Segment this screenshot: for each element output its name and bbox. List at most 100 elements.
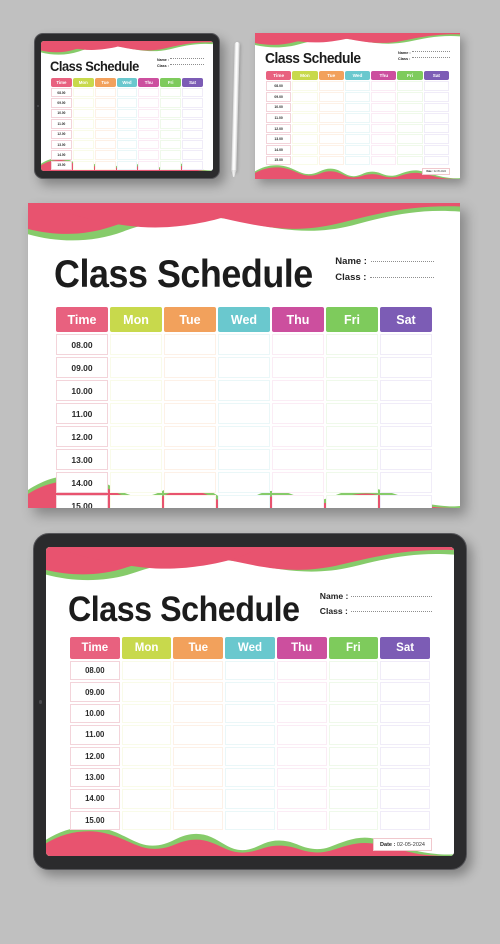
schedule-cell[interactable]	[292, 144, 318, 155]
schedule-cell[interactable]	[371, 144, 397, 155]
schedule-cell[interactable]	[121, 725, 172, 745]
schedule-cell[interactable]	[318, 134, 344, 144]
schedule-cell[interactable]	[380, 810, 430, 830]
schedule-cell[interactable]	[173, 682, 224, 702]
schedule-cell[interactable]	[121, 789, 172, 809]
schedule-cell[interactable]	[423, 91, 449, 102]
schedule-cell[interactable]	[276, 767, 327, 788]
schedule-cell[interactable]	[72, 98, 94, 108]
schedule-cell[interactable]	[218, 380, 270, 401]
column-header-wed[interactable]: Wed	[344, 71, 371, 81]
schedule-cell[interactable]	[121, 746, 172, 766]
schedule-cell[interactable]	[326, 380, 378, 401]
schedule-cell[interactable]	[138, 88, 160, 98]
schedule-cell[interactable]	[328, 703, 379, 724]
schedule-cell[interactable]	[72, 150, 94, 160]
schedule-cell[interactable]	[138, 150, 160, 160]
schedule-cell[interactable]	[328, 725, 379, 745]
column-header-mon[interactable]: Mon	[72, 78, 94, 87]
schedule-cell[interactable]	[94, 88, 116, 98]
schedule-cell[interactable]	[110, 426, 162, 447]
field-input-line[interactable]	[370, 277, 434, 278]
schedule-cell[interactable]	[371, 91, 397, 102]
field-input-line[interactable]	[350, 610, 432, 612]
schedule-cell[interactable]	[272, 380, 324, 401]
schedule-cell[interactable]	[380, 661, 430, 681]
column-header-tue[interactable]: Tue	[318, 71, 344, 81]
schedule-cell[interactable]	[344, 91, 371, 102]
schedule-cell[interactable]	[326, 472, 378, 493]
schedule-cell[interactable]	[116, 139, 138, 150]
schedule-cell[interactable]	[371, 134, 397, 144]
schedule-cell[interactable]	[272, 334, 324, 355]
column-header-tue[interactable]: Tue	[94, 78, 116, 87]
schedule-cell[interactable]	[173, 746, 224, 766]
schedule-cell[interactable]	[292, 134, 318, 144]
schedule-cell[interactable]	[121, 810, 172, 830]
schedule-cell[interactable]	[182, 98, 203, 108]
column-header-sat[interactable]: Sat	[182, 78, 203, 87]
column-header-tue[interactable]: Tue	[173, 637, 224, 659]
schedule-cell[interactable]	[182, 108, 203, 119]
schedule-cell[interactable]	[94, 150, 116, 160]
schedule-cell[interactable]	[423, 155, 449, 166]
schedule-cell[interactable]	[116, 150, 138, 160]
tablet-screen[interactable]: Class Schedule Name : Class : Time Mon Tue Wed…	[41, 41, 213, 171]
schedule-cell[interactable]	[397, 155, 423, 166]
schedule-cell[interactable]	[94, 119, 116, 129]
schedule-cell[interactable]	[225, 725, 275, 745]
schedule-cell[interactable]	[272, 449, 324, 470]
schedule-cell[interactable]	[94, 160, 116, 170]
column-header-thu[interactable]: Thu	[272, 307, 324, 332]
schedule-cell[interactable]	[272, 472, 324, 493]
column-header-fri[interactable]: Fri	[397, 71, 423, 81]
schedule-cell[interactable]	[380, 746, 430, 766]
schedule-cell[interactable]	[292, 102, 318, 113]
schedule-cell[interactable]	[272, 357, 324, 378]
column-header-mon[interactable]: Mon	[121, 637, 172, 659]
schedule-cell[interactable]	[276, 810, 327, 830]
schedule-cell[interactable]	[292, 155, 318, 166]
schedule-cell[interactable]	[110, 495, 162, 508]
schedule-cell[interactable]	[218, 495, 270, 508]
date-badge[interactable]: Date : 02-05-2024	[373, 838, 432, 851]
schedule-cell[interactable]	[164, 426, 216, 447]
schedule-cell[interactable]	[326, 495, 378, 508]
schedule-cell[interactable]	[380, 725, 430, 745]
schedule-cell[interactable]	[160, 150, 182, 160]
schedule-cell[interactable]	[397, 91, 423, 102]
schedule-cell[interactable]	[423, 134, 449, 144]
column-header-sat[interactable]: Sat	[423, 71, 449, 81]
schedule-cell[interactable]	[225, 767, 275, 788]
date-badge[interactable]: Date : 02-05-2024	[422, 168, 450, 176]
schedule-cell[interactable]	[380, 495, 432, 508]
schedule-cell[interactable]	[276, 746, 327, 766]
field-input-line[interactable]	[412, 51, 450, 52]
schedule-cell[interactable]	[72, 139, 94, 150]
schedule-cell[interactable]	[164, 449, 216, 470]
schedule-cell[interactable]	[371, 113, 397, 123]
schedule-cell[interactable]	[164, 380, 216, 401]
schedule-cell[interactable]	[160, 139, 182, 150]
schedule-cell[interactable]	[371, 102, 397, 113]
schedule-cell[interactable]	[380, 449, 432, 470]
schedule-cell[interactable]	[344, 102, 371, 113]
column-header-thu[interactable]: Thu	[138, 78, 160, 87]
schedule-cell[interactable]	[72, 129, 94, 139]
schedule-cell[interactable]	[326, 357, 378, 378]
schedule-cell[interactable]	[138, 98, 160, 108]
schedule-cell[interactable]	[326, 403, 378, 424]
schedule-cell[interactable]	[328, 661, 379, 681]
schedule-cell[interactable]	[318, 123, 344, 134]
schedule-cell[interactable]	[121, 682, 172, 702]
schedule-cell[interactable]	[328, 682, 379, 702]
schedule-cell[interactable]	[397, 123, 423, 134]
mockup-tablet-small[interactable]: Class Schedule Name : Class : Time Mon Tue Wed…	[34, 33, 220, 179]
schedule-cell[interactable]	[164, 495, 216, 508]
schedule-cell[interactable]	[344, 155, 371, 166]
column-header-mon[interactable]: Mon	[110, 307, 162, 332]
schedule-cell[interactable]	[225, 789, 275, 809]
schedule-cell[interactable]	[380, 703, 430, 724]
schedule-cell[interactable]	[276, 725, 327, 745]
schedule-cell[interactable]	[72, 88, 94, 98]
